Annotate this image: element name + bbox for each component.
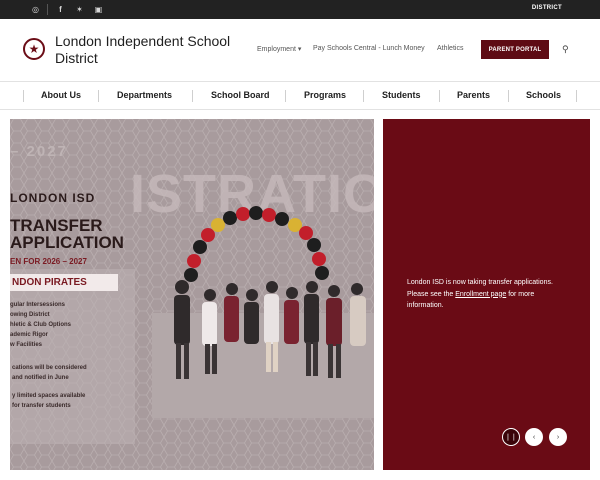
chevron-down-icon: ▾ <box>297 46 302 53</box>
hero-caption-panel: London ISD is now taking transfer applic… <box>383 119 590 470</box>
poster-list-item: w Facilities <box>10 342 43 348</box>
parent-portal-button[interactable]: PARENT PORTAL <box>481 40 549 59</box>
poster-note: for transfer students <box>12 403 71 409</box>
slide-caption: London ISD is now taking transfer applic… <box>407 277 557 312</box>
nav-divider <box>439 90 440 102</box>
chevron-right-icon: › <box>556 433 560 441</box>
nav-divider <box>285 90 286 102</box>
nav-item-schools[interactable]: Schools <box>526 90 561 100</box>
poster-note: cations will be considered <box>12 365 87 371</box>
chevron-left-icon: ‹ <box>532 433 536 441</box>
poster-pill: NDON PIRATES <box>10 274 118 291</box>
poster-district: LONDON ISD <box>10 191 96 205</box>
divider <box>47 4 48 15</box>
poster-list-item: hletic & Club Options <box>10 322 71 328</box>
nav-divider <box>192 90 193 102</box>
district-logo[interactable]: ★ <box>23 38 45 60</box>
site-header: ★ London Independent School District Emp… <box>0 19 600 81</box>
athletics-link[interactable]: Athletics <box>437 45 463 52</box>
search-icon[interactable]: ⚲ <box>562 44 572 54</box>
utility-bar: ◎ f ✶ ▣ DISTRICT <box>0 0 600 19</box>
facebook-icon[interactable]: f <box>54 3 67 16</box>
instagram-icon[interactable]: ▣ <box>92 3 105 16</box>
balloon-arch <box>184 206 329 282</box>
nav-item-programs[interactable]: Programs <box>304 90 346 100</box>
employment-menu[interactable]: Employment ▾ <box>257 45 301 53</box>
nav-item-school-board[interactable]: School Board <box>211 90 270 100</box>
district-link[interactable]: DISTRICT <box>532 5 562 11</box>
pay-schools-link[interactable]: Pay Schools Central - Lunch Money <box>313 45 425 52</box>
star-icon: ★ <box>28 42 40 56</box>
slider-pause-button[interactable]: ❘❘ <box>502 428 520 446</box>
twitter-icon[interactable]: ✶ <box>73 3 86 16</box>
poster-notes: cations will be considered and notified … <box>12 363 87 411</box>
main-navigation: About Us Departments School Board Progra… <box>0 81 600 110</box>
nav-item-departments[interactable]: Departments <box>117 90 172 100</box>
nav-item-parents[interactable]: Parents <box>457 90 490 100</box>
poster-list: gular Intersessions owing District hleti… <box>10 300 71 350</box>
nav-divider <box>508 90 509 102</box>
employment-label: Employment <box>257 46 296 53</box>
poster-line2: APPLICATION <box>10 233 124 252</box>
poster-note: and notified in June <box>12 375 69 381</box>
nav-divider <box>363 90 364 102</box>
enrollment-page-link[interactable]: Enrollment page <box>455 291 506 298</box>
nav-item-students[interactable]: Students <box>382 90 421 100</box>
poster-list-item: ademic Rigor <box>10 332 49 338</box>
nav-divider <box>576 90 577 102</box>
nav-item-about-us[interactable]: About Us <box>41 90 81 100</box>
hero-gutter <box>374 119 383 470</box>
poster-note: y limited spaces available <box>12 393 86 399</box>
nav-divider <box>23 90 24 102</box>
translate-icon[interactable]: ◎ <box>29 3 42 16</box>
site-title[interactable]: London Independent School District <box>55 33 255 67</box>
poster-open: EN FOR 2026 – 2027 <box>10 257 87 266</box>
pause-icon: ❘❘ <box>505 434 517 441</box>
slider-next-button[interactable]: › <box>549 428 567 446</box>
poster-list-item: gular Intersessions <box>10 302 66 308</box>
poster-list-item: owing District <box>10 312 50 318</box>
students-group-photo <box>152 206 374 418</box>
nav-divider <box>98 90 99 102</box>
poster-year: – 2027 <box>10 143 68 160</box>
slider-prev-button[interactable]: ‹ <box>525 428 543 446</box>
hero-slide-image: – 2027 ISTRATIO LONDON ISD TRANSFER APPL… <box>10 119 374 470</box>
